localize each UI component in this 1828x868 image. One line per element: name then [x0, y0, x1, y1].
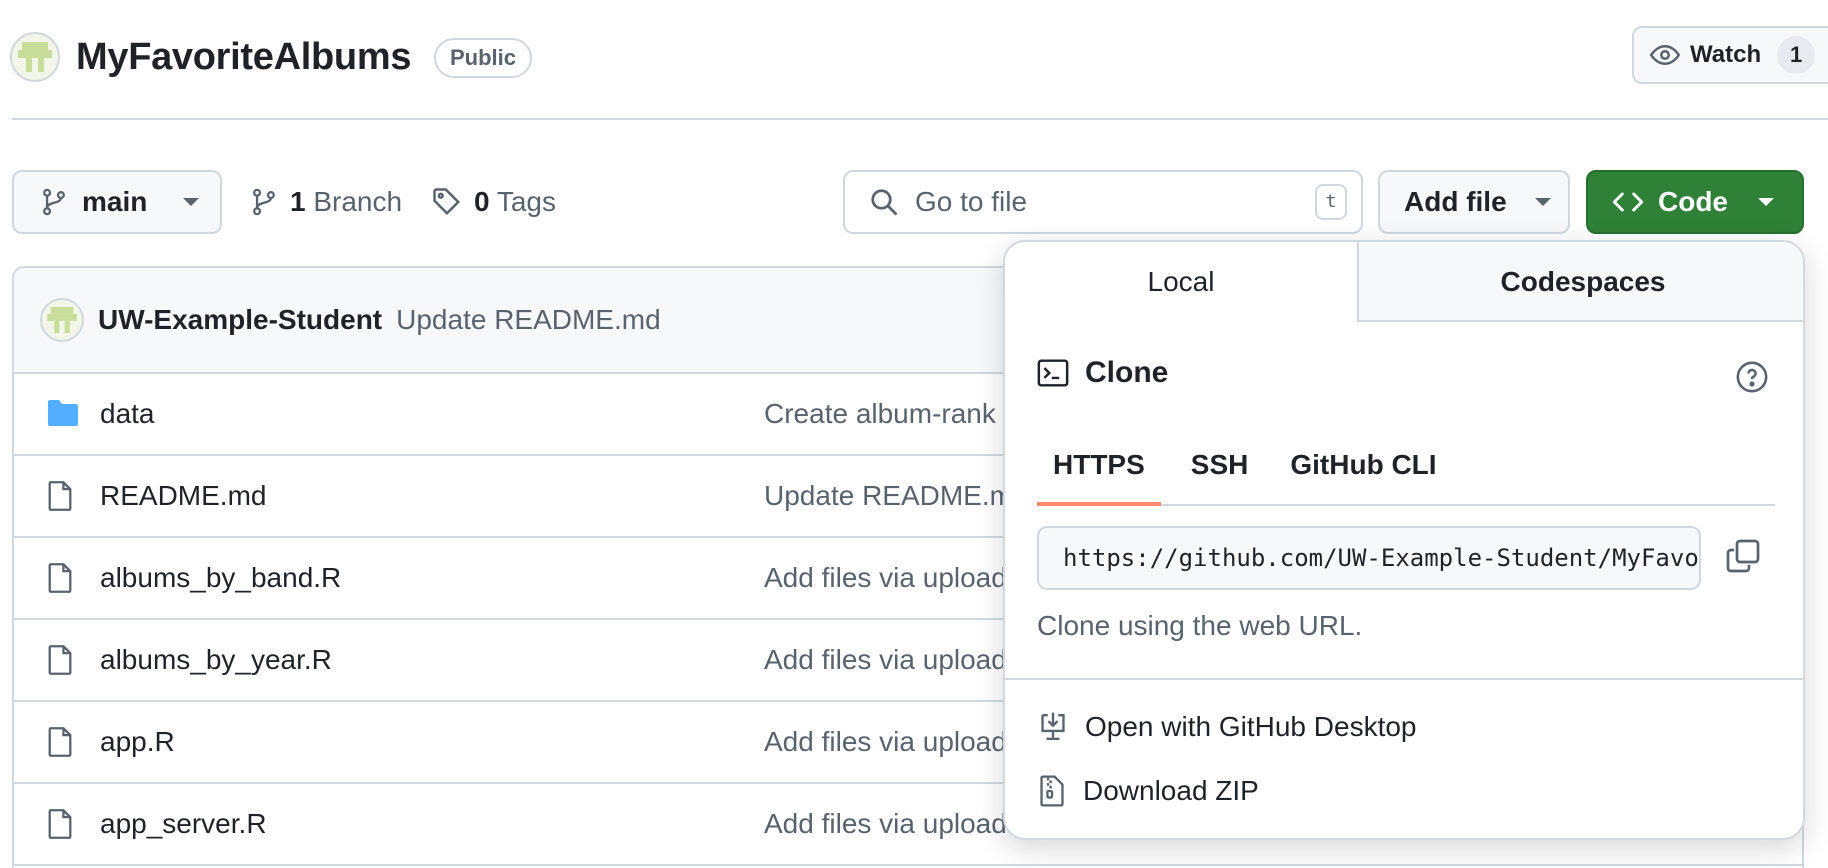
visibility-badge: Public: [434, 38, 533, 78]
tags-link[interactable]: 0 Tags: [432, 170, 556, 234]
file-icon: [46, 644, 74, 676]
code-icon: [1612, 188, 1644, 216]
tag-count-label: Tags: [496, 186, 557, 217]
repo-name[interactable]: MyFavoriteAlbums: [76, 34, 411, 80]
file-commit-message[interactable]: Add files via upload: [764, 562, 1007, 594]
clone-heading: Clone: [1037, 356, 1168, 390]
download-zip[interactable]: Download ZIP: [1037, 774, 1259, 808]
download-zip-label: Download ZIP: [1083, 775, 1259, 806]
open-github-desktop-label: Open with GitHub Desktop: [1085, 711, 1417, 742]
clone-title: Clone: [1085, 356, 1169, 389]
file-name[interactable]: app.R: [100, 726, 175, 758]
add-file-button[interactable]: Add file: [1378, 170, 1570, 234]
file-commit-message[interactable]: Add files via upload: [764, 808, 1007, 840]
chevron-down-icon: [183, 198, 200, 206]
watch-label: Watch: [1690, 41, 1762, 68]
file-icon: [46, 480, 74, 512]
branch-count: 1: [290, 186, 306, 217]
file-icon: [46, 562, 74, 594]
branch-count-label: Branch: [313, 186, 403, 217]
commit-author[interactable]: UW-Example-Student: [98, 304, 382, 336]
repo-owner-avatar[interactable]: [10, 32, 60, 82]
file-name[interactable]: README.md: [100, 480, 266, 512]
clone-url-input[interactable]: https://github.com/UW-Example-Student/My…: [1037, 526, 1701, 590]
tab-https[interactable]: HTTPS: [1037, 430, 1161, 506]
code-button-label: Code: [1658, 186, 1728, 217]
folder-icon: [46, 398, 80, 428]
tab-codespaces[interactable]: Codespaces: [1359, 242, 1803, 322]
desktop-download-icon: [1037, 710, 1069, 744]
open-github-desktop[interactable]: Open with GitHub Desktop: [1037, 710, 1417, 744]
branch-icon: [250, 187, 278, 217]
file-name[interactable]: albums_by_year.R: [100, 644, 332, 676]
keyboard-shortcut-hint: t: [1315, 184, 1347, 220]
file-icon: [46, 808, 74, 840]
chevron-down-icon: [1534, 198, 1551, 206]
terminal-icon: [1037, 358, 1069, 388]
branches-link[interactable]: 1 Branch: [250, 170, 402, 234]
tab-ssh[interactable]: SSH: [1175, 430, 1265, 506]
clone-protocol-tabs: HTTPS SSH GitHub CLI: [1037, 430, 1775, 506]
go-to-file-input[interactable]: Go to file t: [843, 170, 1363, 234]
file-name[interactable]: albums_by_band.R: [100, 562, 341, 594]
tab-github-cli[interactable]: GitHub CLI: [1274, 430, 1452, 506]
file-commit-message[interactable]: Update README.m: [764, 480, 1013, 512]
code-button[interactable]: Code: [1586, 170, 1804, 234]
watch-button[interactable]: Watch 1: [1632, 26, 1828, 84]
dropdown-divider: [1005, 678, 1803, 680]
commit-author-avatar[interactable]: [40, 298, 84, 342]
copy-icon[interactable]: [1725, 538, 1761, 574]
branch-icon: [40, 187, 68, 217]
branch-selector[interactable]: main: [12, 170, 222, 234]
watch-count: 1: [1777, 36, 1816, 74]
file-name[interactable]: data: [100, 398, 155, 430]
file-commit-message[interactable]: Add files via upload: [764, 644, 1007, 676]
file-name[interactable]: app_server.R: [100, 808, 267, 840]
search-icon: [869, 187, 899, 217]
eye-icon: [1650, 40, 1680, 70]
add-file-label: Add file: [1404, 186, 1507, 217]
help-icon[interactable]: [1735, 360, 1769, 394]
tag-icon: [432, 187, 462, 217]
file-commit-message[interactable]: Add files via upload: [764, 726, 1007, 758]
branch-name: main: [82, 186, 148, 217]
file-zip-icon: [1037, 774, 1067, 808]
chevron-down-icon: [1758, 198, 1774, 206]
file-icon: [46, 726, 74, 758]
tag-count: 0: [474, 186, 490, 217]
go-to-file-placeholder: Go to file: [915, 186, 1028, 217]
code-dropdown-menu: Local Codespaces Clone HTTPS SSH GitHub …: [1003, 240, 1805, 840]
file-commit-message[interactable]: Create album-rank: [764, 398, 996, 430]
commit-message[interactable]: Update README.md: [396, 304, 661, 336]
header-divider: [12, 118, 1828, 120]
clone-hint: Clone using the web URL.: [1037, 610, 1363, 641]
tab-local[interactable]: Local: [1005, 242, 1359, 322]
